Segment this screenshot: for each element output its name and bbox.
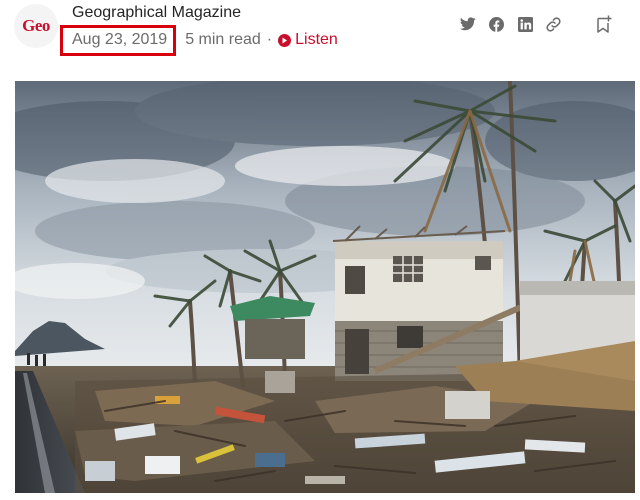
bookmark-icon[interactable] <box>594 14 614 34</box>
article-meta: Aug 23, 2019 5 min read · Listen <box>60 24 338 56</box>
publication-logo-text: Geo <box>22 16 50 35</box>
article-header: Geo Geographical Magazine Aug 23, 2019 5… <box>0 0 640 64</box>
article-page: Geo Geographical Magazine Aug 23, 2019 5… <box>0 0 640 500</box>
publish-date: Aug 23, 2019 <box>72 31 168 48</box>
link-icon[interactable] <box>543 14 563 34</box>
share-bar-linkedin <box>515 14 535 34</box>
linkedin-icon[interactable] <box>515 14 535 34</box>
publish-date-highlight: Aug 23, 2019 <box>60 24 177 56</box>
publication-name[interactable]: Geographical Magazine <box>72 4 241 22</box>
share-bar-facebook <box>486 14 506 34</box>
listen-button[interactable]: Listen <box>278 31 338 49</box>
read-time: 5 min read <box>185 31 261 48</box>
share-bar-link <box>543 14 563 34</box>
hero-photo-illustration <box>15 81 635 493</box>
hero-image <box>15 81 635 493</box>
twitter-icon[interactable] <box>458 14 478 34</box>
play-icon <box>278 33 292 47</box>
listen-label: Listen <box>295 31 338 48</box>
facebook-icon[interactable] <box>486 14 506 34</box>
share-bar-bookmark <box>594 14 614 34</box>
meta-separator: · <box>266 31 273 48</box>
publication-logo[interactable]: Geo <box>14 4 58 48</box>
share-bar <box>458 14 478 34</box>
